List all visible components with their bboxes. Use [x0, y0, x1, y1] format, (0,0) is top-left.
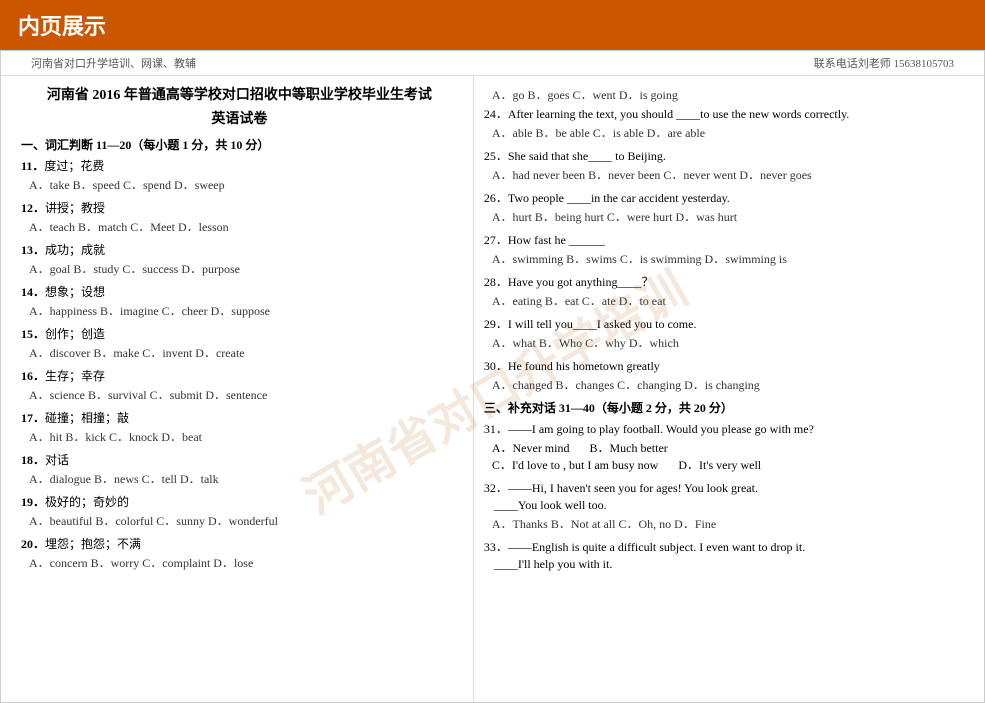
top-banner: 内页展示: [0, 0, 985, 50]
question-26: 26．Two people ____in the car accident ye…: [484, 189, 964, 225]
question-15: 15．创作；创造 A．discover B．make C．invent D．cr…: [21, 325, 458, 361]
question-12: 12．讲授；教授 A．teach B．match C．Meet D．lesson: [21, 199, 458, 235]
header-left: 河南省对口升学培训、网课、教辅: [31, 55, 196, 71]
question-27: 27．How fast he ______ A．swimming B．swims…: [484, 231, 964, 267]
question-28: 28．Have you got anything____？ A．eating B…: [484, 273, 964, 309]
question-13: 13．成功；成就 A．goal B．study C．success D．purp…: [21, 241, 458, 277]
question-32: 32．——Hi, I haven't seen you for ages! Yo…: [484, 479, 964, 532]
header-right: 联系电话刘老师 15638105703: [814, 55, 954, 71]
question-24: 24．After learning the text, you should _…: [484, 105, 964, 141]
question-18: 18．对话 A．dialogue B．news C．tell D．talk: [21, 451, 458, 487]
content-area: 河南省对口升学培训、网课、教辅 联系电话刘老师 15638105703 河南省对…: [0, 50, 985, 703]
header-bar: 河南省对口升学培训、网课、教辅 联系电话刘老师 15638105703: [1, 51, 984, 76]
banner-title: 内页展示: [18, 9, 106, 41]
left-column: 河南省 2016 年普通高等学校对口招收中等职业学校毕业生考试 英语试卷 一、词…: [1, 76, 473, 702]
exam-subtitle: 英语试卷: [21, 108, 458, 128]
main-content: 河南省对口升学培训 河南省 2016 年普通高等学校对口招收中等职业学校毕业生考…: [1, 76, 984, 702]
question-20: 20．埋怨；抱怨；不满 A．concern B．worry C．complain…: [21, 535, 458, 571]
question-31: 31．——I am going to play football. Would …: [484, 420, 964, 473]
exam-title: 河南省 2016 年普通高等学校对口招收中等职业学校毕业生考试: [21, 84, 458, 104]
question-33: 33．——English is quite a difficult subjec…: [484, 538, 964, 572]
section3-header: 三、补充对话 31—40（每小题 2 分，共 20 分）: [484, 399, 964, 416]
section1-header: 一、词汇判断 11—20（每小题 1 分，共 10 分）: [21, 136, 458, 153]
question-14: 14．想象；设想 A．happiness B．imagine C．cheer D…: [21, 283, 458, 319]
question-30: 30．He found his hometown greatly A．chang…: [484, 357, 964, 393]
question-29: 29．I will tell you____I asked you to com…: [484, 315, 964, 351]
question-25: 25．She said that she____ to Beijing. A．h…: [484, 147, 964, 183]
right-column: A．go B．goes C．went D．is going 24．After l…: [473, 76, 984, 702]
question-19: 19．极好的；奇妙的 A．beautiful B．colorful C．sunn…: [21, 493, 458, 529]
question-17: 17．碰撞；相撞；敲 A．hit B．kick C．knock D．beat: [21, 409, 458, 445]
question-16: 16．生存；幸存 A．science B．survival C．submit D…: [21, 367, 458, 403]
question-11: 11．度过；花费 A．take B．speed C．spend D．sweep: [21, 157, 458, 193]
